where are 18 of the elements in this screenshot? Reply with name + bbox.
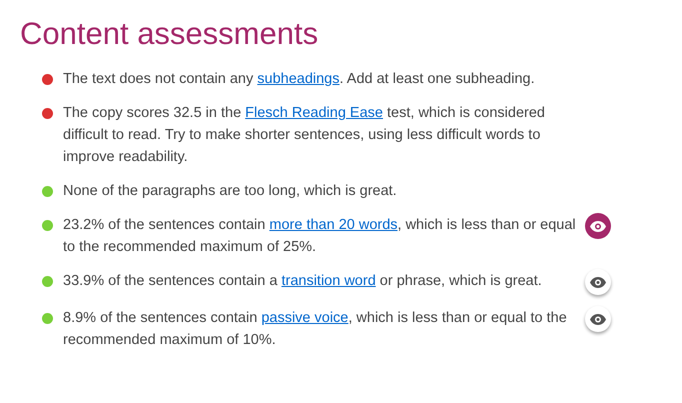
assessment-text: 33.9% of the sentences contain a transition word or phrase, which is great. (63, 272, 543, 291)
assessment-text: None of the paragraphs are too long, which is great. (63, 182, 398, 201)
assessment-text: The copy scores 32.5 in the Flesch Reading Ease test, which is considered difficult to read. Try to make shorter sentences, using less difficult words to improve readability. (63, 104, 546, 167)
assessment-text: 8.9% of the sentences contain passive voice, which is less than or equal to the recommended maximum of 10%. (63, 309, 568, 350)
eye-icon (590, 314, 606, 324)
assessment-text: 23.2% of the sentences contain more than 20 words, which is less than or equal to the recommended maximum of 25%. (63, 216, 577, 257)
highlight-button[interactable] (585, 213, 611, 239)
eye-icon (590, 276, 606, 288)
assessment-text: The text does not contain any subheadings. Add at least one subheading. (63, 70, 536, 89)
highlight-button[interactable] (585, 269, 611, 295)
text-link[interactable]: transition word (281, 273, 376, 289)
text-link[interactable]: Flesch Reading Ease (245, 105, 383, 121)
text-link[interactable]: subheadings (257, 71, 340, 87)
highlight-button[interactable] (585, 306, 611, 332)
section-title: Content assessments (20, 16, 320, 52)
eye-icon (590, 220, 606, 232)
text-link[interactable]: passive voice (261, 310, 348, 326)
text-link[interactable]: more than 20 words (269, 217, 398, 233)
